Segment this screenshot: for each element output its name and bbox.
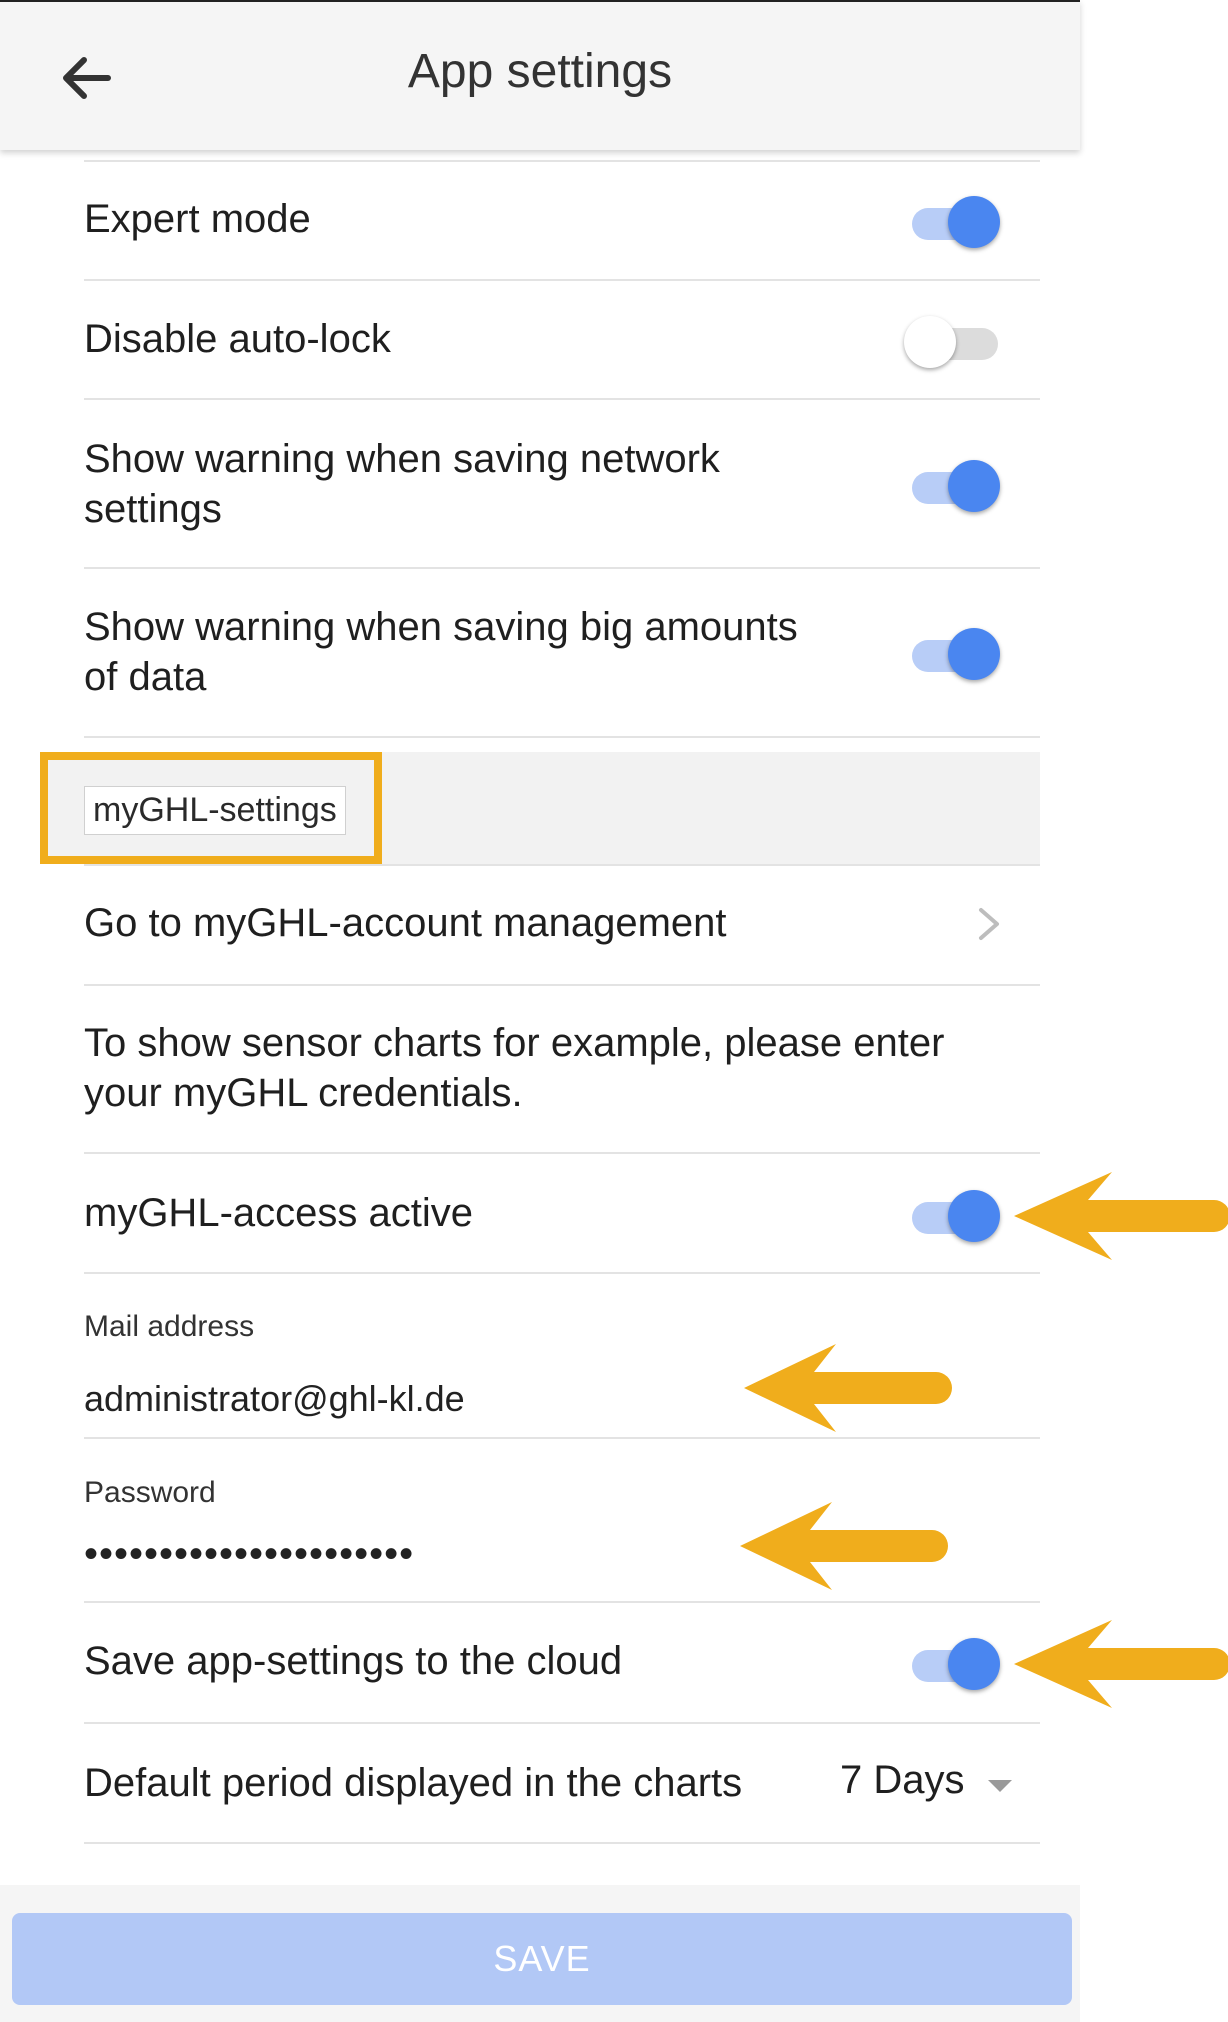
setting-label-line2: of data <box>84 655 207 699</box>
annotation-arrow-icon <box>744 1344 952 1432</box>
disable-autolock-toggle[interactable] <box>904 308 1004 372</box>
toggle-thumb <box>948 1190 1000 1242</box>
page-title: App settings <box>407 45 673 98</box>
warn-big-data-toggle[interactable] <box>904 620 1004 684</box>
warn-network-toggle[interactable] <box>904 452 1004 516</box>
setting-label-line2: settings <box>84 487 222 531</box>
setting-label: Default period displayed in the charts <box>84 1761 743 1805</box>
mail-input[interactable] <box>84 1378 784 1420</box>
annotation-arrow-icon <box>740 1502 948 1590</box>
chevron-right-icon <box>979 908 999 940</box>
setting-expert-mode: Expert mode <box>84 160 1040 280</box>
toggle-thumb <box>948 460 1000 512</box>
account-management-link[interactable]: Go to myGHL-account management <box>84 866 1040 984</box>
password-input[interactable]: •••••••••••••••••••••• <box>84 1532 784 1577</box>
section-title: myGHL-settings <box>84 786 346 835</box>
setting-label: myGHL-access active <box>84 1191 473 1235</box>
divider <box>84 736 1040 738</box>
toggle-thumb <box>948 196 1000 248</box>
setting-warn-network: Show warning when saving network setting… <box>84 400 1040 567</box>
annotation-arrow-icon <box>1014 1620 1228 1708</box>
setting-label: Expert mode <box>84 197 311 241</box>
setting-label-line1: Show warning when saving network <box>84 437 720 481</box>
toggle-thumb <box>948 1638 1000 1690</box>
divider <box>84 1437 1040 1439</box>
annotation-arrow-icon <box>1014 1172 1228 1260</box>
setting-save-cloud: Save app-settings to the cloud <box>84 1602 1040 1722</box>
section-title-highlight: myGHL-settings <box>40 752 382 864</box>
credentials-info: To show sensor charts for example, pleas… <box>84 986 1040 1152</box>
caret-down-icon <box>988 1780 1012 1792</box>
setting-default-period: Default period displayed in the charts 7… <box>84 1724 1040 1842</box>
setting-label: Go to myGHL-account management <box>84 901 727 945</box>
setting-label: Disable auto-lock <box>84 317 391 361</box>
setting-warn-big-data: Show warning when saving big amounts of … <box>84 568 1040 736</box>
toggle-thumb <box>904 316 956 368</box>
mail-label: Mail address <box>84 1310 255 1343</box>
password-label: Password <box>84 1476 216 1509</box>
app-bar: App settings <box>0 0 1080 150</box>
setting-access-active: myGHL-access active <box>84 1154 1040 1272</box>
toggle-thumb <box>948 628 1000 680</box>
save-cloud-toggle[interactable] <box>904 1630 1004 1694</box>
access-active-toggle[interactable] <box>904 1182 1004 1246</box>
info-line1: To show sensor charts for example, pleas… <box>84 1021 945 1065</box>
save-button[interactable]: SAVE <box>12 1913 1072 2005</box>
setting-label-line1: Show warning when saving big amounts <box>84 605 798 649</box>
divider <box>84 1842 1040 1844</box>
setting-label: Save app-settings to the cloud <box>84 1639 623 1683</box>
period-value: 7 Days <box>840 1758 965 1802</box>
info-line2: your myGHL credentials. <box>84 1071 523 1115</box>
setting-disable-autolock: Disable auto-lock <box>84 280 1040 399</box>
period-dropdown[interactable]: 7 Days <box>840 1754 1020 1814</box>
app-screen: App settings Expert mode Disable auto-lo… <box>0 0 1080 2022</box>
expert-mode-toggle[interactable] <box>904 188 1004 252</box>
